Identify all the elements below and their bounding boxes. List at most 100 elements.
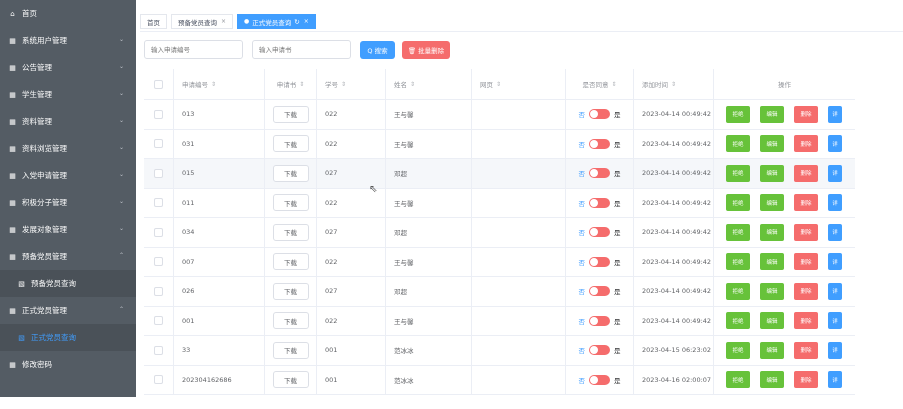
reject-button[interactable]: 拒绝: [726, 105, 750, 123]
sidebar-item[interactable]: ▦ 发展对象管理 ⌄: [0, 216, 136, 243]
header-student-no[interactable]: 学号 ⇕: [317, 69, 386, 99]
download-button[interactable]: 下载: [272, 371, 309, 389]
bulk-delete-button[interactable]: 🗑 批量删除: [402, 40, 450, 59]
delete-button[interactable]: 删除: [794, 312, 818, 330]
delete-button[interactable]: 删除: [794, 253, 818, 271]
agree-toggle[interactable]: [589, 168, 610, 179]
header-time[interactable]: 添加时间 ⇕: [634, 69, 714, 99]
header-book[interactable]: 申请书 ⇕: [265, 69, 317, 99]
detail-button[interactable]: 详: [828, 312, 842, 330]
delete-button[interactable]: 删除: [794, 341, 818, 359]
edit-button[interactable]: 编辑: [760, 135, 784, 153]
tab-home[interactable]: 首页: [140, 14, 167, 29]
download-button[interactable]: 下载: [272, 194, 309, 212]
header-name[interactable]: 姓名 ⇕: [386, 69, 472, 99]
delete-button[interactable]: 删除: [794, 223, 818, 241]
edit-button[interactable]: 编辑: [760, 164, 784, 182]
delete-button[interactable]: 删除: [794, 194, 818, 212]
row-checkbox[interactable]: [154, 109, 163, 119]
row-checkbox[interactable]: [154, 316, 163, 326]
edit-button[interactable]: 编辑: [760, 341, 784, 359]
close-icon[interactable]: ×: [221, 18, 226, 25]
agree-toggle[interactable]: [589, 256, 610, 267]
sidebar-item[interactable]: ▧ 正式党员查询: [0, 324, 136, 351]
download-button[interactable]: 下载: [272, 135, 309, 153]
download-button[interactable]: 下载: [272, 312, 309, 330]
sort-icon[interactable]: ⇕: [671, 81, 676, 88]
reject-button[interactable]: 拒绝: [726, 194, 750, 212]
delete-button[interactable]: 删除: [794, 135, 818, 153]
sidebar-item[interactable]: ⌂ 首页: [0, 0, 136, 27]
search-button[interactable]: Q 搜索: [360, 40, 395, 59]
sidebar-item[interactable]: ▧ 预备党员查询: [0, 270, 136, 297]
reject-button[interactable]: 拒绝: [726, 312, 750, 330]
row-checkbox[interactable]: [154, 168, 163, 178]
book-input[interactable]: [252, 40, 351, 59]
sort-icon[interactable]: ⇕: [496, 81, 501, 88]
reject-button[interactable]: 拒绝: [726, 371, 750, 389]
close-icon[interactable]: ×: [304, 18, 309, 25]
sort-icon[interactable]: ⇕: [211, 81, 216, 88]
detail-button[interactable]: 详: [828, 105, 842, 123]
reject-button[interactable]: 拒绝: [726, 253, 750, 271]
detail-button[interactable]: 详: [828, 341, 842, 359]
agree-toggle[interactable]: [589, 227, 610, 238]
agree-toggle[interactable]: [589, 374, 610, 385]
row-checkbox[interactable]: [154, 198, 163, 208]
sort-icon[interactable]: ⇕: [410, 81, 415, 88]
edit-button[interactable]: 编辑: [760, 223, 784, 241]
edit-button[interactable]: 编辑: [760, 282, 784, 300]
sidebar-item[interactable]: ▦ 公告管理 ⌄: [0, 54, 136, 81]
agree-toggle[interactable]: [589, 315, 610, 326]
download-button[interactable]: 下载: [272, 164, 309, 182]
delete-button[interactable]: 删除: [794, 282, 818, 300]
sidebar-item[interactable]: ▦ 积极分子管理 ⌄: [0, 189, 136, 216]
reject-button[interactable]: 拒绝: [726, 341, 750, 359]
reject-button[interactable]: 拒绝: [726, 223, 750, 241]
sidebar-item[interactable]: ▦ 修改密码: [0, 351, 136, 378]
select-all-checkbox[interactable]: [154, 79, 163, 89]
sort-icon[interactable]: ⇕: [341, 81, 346, 88]
row-checkbox[interactable]: [154, 375, 163, 385]
download-button[interactable]: 下载: [272, 341, 309, 359]
detail-button[interactable]: 详: [828, 371, 842, 389]
agree-toggle[interactable]: [589, 197, 610, 208]
delete-button[interactable]: 删除: [794, 164, 818, 182]
edit-button[interactable]: 编辑: [760, 371, 784, 389]
tab-prep-query[interactable]: 预备党员查询 ×: [171, 14, 234, 29]
app-no-input[interactable]: [144, 40, 243, 59]
sidebar-item[interactable]: ▦ 系统用户管理 ⌄: [0, 27, 136, 54]
row-checkbox[interactable]: [154, 345, 163, 355]
download-button[interactable]: 下载: [272, 253, 309, 271]
header-app-no[interactable]: 申请编号 ⇕: [174, 69, 265, 99]
header-agree[interactable]: 是否同意 ⇕: [566, 69, 634, 99]
download-button[interactable]: 下载: [272, 223, 309, 241]
tab-formal-query[interactable]: ● 正式党员查询 ↻ ×: [237, 14, 316, 29]
refresh-icon[interactable]: ↻: [294, 18, 299, 26]
row-checkbox[interactable]: [154, 286, 163, 296]
detail-button[interactable]: 详: [828, 253, 842, 271]
delete-button[interactable]: 删除: [794, 105, 818, 123]
download-button[interactable]: 下载: [272, 282, 309, 300]
sort-icon[interactable]: ⇕: [299, 81, 304, 88]
agree-toggle[interactable]: [589, 138, 610, 149]
detail-button[interactable]: 详: [828, 135, 842, 153]
edit-button[interactable]: 编辑: [760, 105, 784, 123]
delete-button[interactable]: 删除: [794, 371, 818, 389]
sidebar-item[interactable]: ▦ 学生管理 ⌄: [0, 81, 136, 108]
row-checkbox[interactable]: [154, 227, 163, 237]
header-remark[interactable]: 网页 ⇕: [472, 69, 566, 99]
sidebar-item[interactable]: ▦ 正式党员管理 ⌃: [0, 297, 136, 324]
sidebar-item[interactable]: ▦ 入党申请管理 ⌄: [0, 162, 136, 189]
sidebar-item[interactable]: ▦ 预备党员管理 ⌃: [0, 243, 136, 270]
detail-button[interactable]: 详: [828, 223, 842, 241]
detail-button[interactable]: 详: [828, 282, 842, 300]
agree-toggle[interactable]: [589, 345, 610, 356]
detail-button[interactable]: 详: [828, 164, 842, 182]
download-button[interactable]: 下载: [272, 105, 309, 123]
sidebar-item[interactable]: ▦ 资料管理 ⌄: [0, 108, 136, 135]
edit-button[interactable]: 编辑: [760, 194, 784, 212]
reject-button[interactable]: 拒绝: [726, 282, 750, 300]
sort-icon[interactable]: ⇕: [611, 81, 616, 88]
edit-button[interactable]: 编辑: [760, 253, 784, 271]
